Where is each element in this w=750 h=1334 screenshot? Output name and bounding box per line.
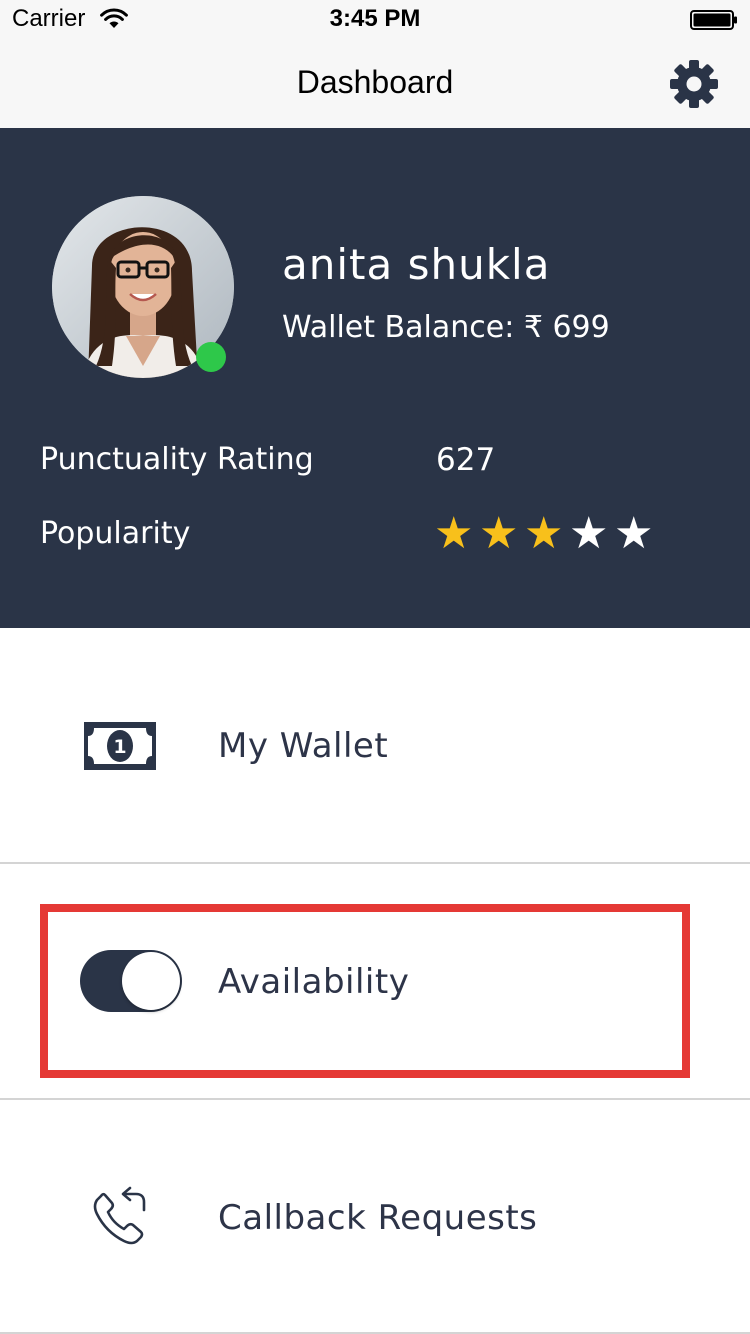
wallet-balance: Wallet Balance: ₹ 699: [282, 310, 610, 345]
dashboard-screen: Carrier 3:45 PM Dashboard anita shukla W…: [0, 0, 750, 1334]
star-filled-icon: ★: [434, 508, 474, 559]
navigation-bar: Dashboard: [0, 40, 750, 128]
popularity-stars: ★ ★ ★ ★ ★: [434, 510, 659, 558]
star-filled-icon: ★: [479, 508, 519, 559]
online-status-indicator: [196, 342, 226, 372]
menu-item-callback-requests[interactable]: Callback Requests: [0, 1100, 750, 1334]
page-title: Dashboard: [296, 64, 454, 100]
svg-text:1: 1: [113, 736, 126, 758]
status-time: 3:45 PM: [329, 5, 421, 32]
star-empty-icon: ★: [569, 508, 609, 559]
star-filled-icon: ★: [524, 508, 564, 559]
gear-icon[interactable]: [668, 58, 720, 110]
popularity-label: Popularity: [40, 516, 191, 551]
availability-toggle[interactable]: [80, 950, 182, 1012]
user-name: anita shukla: [282, 240, 551, 289]
menu-item-label: Availability: [218, 962, 410, 1002]
menu-item-availability: Availability: [0, 864, 750, 1098]
punctuality-value: 627: [436, 442, 496, 478]
profile-panel: anita shukla Wallet Balance: ₹ 699 Punct…: [0, 128, 750, 628]
menu-item-my-wallet[interactable]: 1 My Wallet: [0, 628, 750, 862]
money-bill-icon: 1: [84, 722, 156, 770]
menu-item-label: My Wallet: [218, 726, 389, 766]
battery-full-icon: [690, 10, 737, 30]
menu-item-label: Callback Requests: [218, 1198, 538, 1238]
punctuality-label: Punctuality Rating: [40, 442, 314, 477]
phone-callback-icon: [93, 1186, 146, 1245]
star-empty-icon: ★: [614, 508, 654, 559]
toggle-knob: [122, 952, 180, 1010]
status-bar: Carrier 3:45 PM: [0, 0, 750, 40]
